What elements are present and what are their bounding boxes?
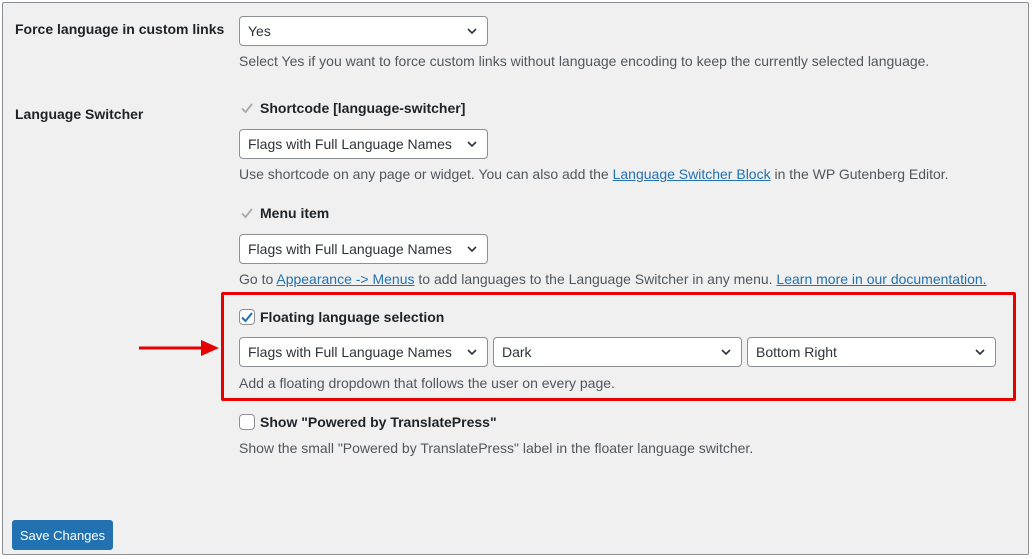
shortcode-option: Shortcode [language-switcher]	[239, 100, 465, 116]
chevron-down-icon	[467, 246, 477, 253]
chevron-down-icon	[467, 141, 477, 148]
powered-by-label: Show "Powered by TranslatePress"	[260, 414, 497, 430]
chevron-down-icon	[467, 28, 477, 35]
shortcode-desc-text-2: in the WP Gutenberg Editor.	[770, 166, 949, 182]
arrow-right-icon	[139, 340, 219, 356]
shortcode-label: Shortcode [language-switcher]	[260, 100, 466, 116]
menu-item-style-select[interactable]: Flags with Full Language Names	[239, 234, 488, 264]
shortcode-description: Use shortcode on any page or widget. You…	[239, 166, 949, 182]
menu-desc-text-2: to add languages to the Language Switche…	[414, 271, 777, 287]
appearance-menus-link[interactable]: Appearance -> Menus	[276, 271, 414, 287]
highlight-box	[221, 292, 1016, 401]
checkmark-icon	[239, 100, 255, 116]
shortcode-desc-text-1: Use shortcode on any page or widget. You…	[239, 166, 613, 182]
powered-by-checkbox[interactable]	[239, 414, 255, 430]
force-language-label: Force language in custom links	[15, 21, 225, 37]
shortcode-style-select[interactable]: Flags with Full Language Names	[239, 129, 488, 159]
save-changes-button[interactable]: Save Changes	[12, 520, 113, 550]
language-switcher-label: Language Switcher	[15, 106, 144, 122]
language-switcher-block-link[interactable]: Language Switcher Block	[613, 166, 771, 182]
menu-desc-text-1: Go to	[239, 271, 277, 287]
menu-item-option: Menu item	[239, 205, 329, 221]
powered-by-description: Show the small "Powered by TranslatePres…	[239, 440, 754, 456]
powered-by-option: Show "Powered by TranslatePress"	[239, 414, 497, 430]
shortcode-style-value: Flags with Full Language Names	[248, 136, 452, 152]
menu-item-description: Go to Appearance -> Menus to add languag…	[239, 271, 987, 287]
force-language-value: Yes	[248, 23, 271, 39]
documentation-link[interactable]: Learn more in our documentation.	[776, 271, 986, 287]
force-language-description: Select Yes if you want to force custom l…	[239, 53, 930, 69]
menu-item-style-value: Flags with Full Language Names	[248, 241, 452, 257]
force-language-select[interactable]: Yes	[239, 16, 488, 46]
checkmark-icon	[239, 205, 255, 221]
settings-panel: Force language in custom links Yes Selec…	[2, 2, 1029, 555]
menu-item-label: Menu item	[260, 205, 330, 221]
